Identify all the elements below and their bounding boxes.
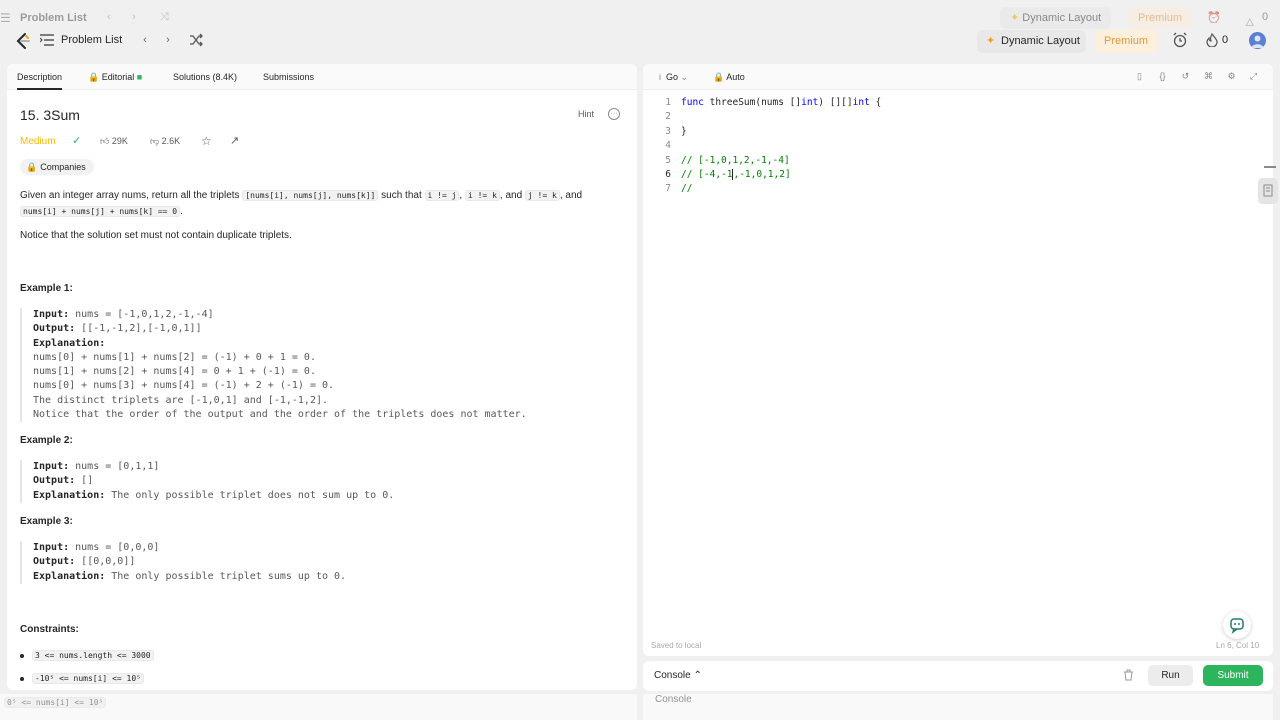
star-icon[interactable]: ☆ — [201, 134, 212, 148]
reset-icon[interactable]: ↺ — [1180, 71, 1191, 82]
problem-list-link[interactable]: Problem List — [61, 34, 122, 46]
console-toggle[interactable]: Console ⌃ — [654, 670, 702, 681]
code-editor-panel: i Go ⌄ 🔒 Auto ▯ {} ↺ ⌘ ⚙ ⤢ 1 2 3 4 5 6 7… — [643, 64, 1273, 656]
premium-button[interactable]: Premium — [1095, 30, 1157, 53]
info-icon: i — [659, 72, 661, 82]
editor-toolbar: i Go ⌄ 🔒 Auto ▯ {} ↺ ⌘ ⚙ ⤢ — [643, 64, 1273, 90]
description-tabbar: Description 🔒 Editorial ■ Solutions (8.4… — [7, 64, 637, 90]
top-header: Problem List ‹ › ✦ Dynamic Layout Premiu… — [0, 26, 1280, 56]
bookmark-icon[interactable]: ▯ — [1134, 71, 1145, 82]
like-button[interactable]: 👍︎ 29K — [100, 136, 128, 147]
fire-icon[interactable] — [1206, 33, 1218, 47]
streak-count: 0 — [1222, 34, 1229, 46]
shuffle-icon[interactable] — [189, 33, 203, 47]
saved-status: Saved to local — [651, 641, 702, 650]
chevron-right-icon: › — [132, 11, 136, 23]
settings-icon[interactable]: ⚙ — [1226, 71, 1237, 82]
chevron-down-icon: ⌄ — [680, 72, 689, 82]
example-3-block: Input: nums = [0,0,0] Output: [[0,0,0]] … — [20, 541, 346, 584]
ghost-footer: 0⁵ <= nums[i] <= 10⁵ Console — [0, 694, 1280, 720]
chat-assistant-button[interactable] — [1223, 611, 1251, 639]
auto-mode-toggle[interactable]: 🔒 Auto — [713, 72, 745, 83]
code-area[interactable]: func threeSum(nums []int) [][]int { } //… — [681, 96, 881, 197]
notice-text: Notice that the solution set must not co… — [20, 230, 292, 241]
resize-handle[interactable] — [1264, 166, 1276, 168]
tab-description[interactable]: Description — [17, 72, 63, 90]
thumb-down-icon: 👎︎ — [150, 136, 160, 146]
trash-icon[interactable] — [1123, 669, 1134, 681]
tab-editorial[interactable]: 🔒 Editorial ■ — [88, 72, 142, 83]
example-2-title: Example 2: — [20, 435, 73, 446]
console-bar: Console ⌃ Run Submit — [643, 661, 1273, 691]
prev-problem-button[interactable]: ‹ — [137, 33, 153, 49]
difficulty-badge: Medium — [20, 136, 56, 147]
avatar[interactable] — [1249, 32, 1266, 49]
language-select[interactable]: i Go ⌄ — [659, 72, 688, 83]
shuffle-icon: ⤨ — [160, 11, 169, 23]
constraint-item: 3 <= nums.length <= 3000 — [20, 650, 154, 661]
lock-icon: 🔒 — [713, 72, 725, 82]
list-icon: ☰ — [0, 11, 11, 25]
problem-title[interactable]: 15. 3Sum — [20, 107, 80, 123]
example-1-title: Example 1: — [20, 283, 73, 294]
tab-solutions[interactable]: Solutions (8.4K) — [173, 72, 237, 82]
line-number-gutter: 1 2 3 4 5 6 7 — [665, 97, 671, 195]
tab-submissions[interactable]: Submissions — [263, 72, 314, 82]
example-1-block: Input: nums = [-1,0,1,2,-1,-4] Output: [… — [20, 308, 527, 423]
ghost-title: Problem List — [20, 12, 87, 24]
sparkle-icon: ✦ — [986, 35, 996, 47]
alarm-icon: ⏰ — [1207, 12, 1221, 24]
submit-button[interactable]: Submit — [1203, 665, 1263, 686]
dynamic-layout-button[interactable]: ✦ Dynamic Layout — [977, 30, 1086, 53]
chevron-up-icon: ⌃ — [693, 670, 702, 681]
constraints-title: Constraints: — [20, 624, 79, 635]
fullscreen-icon[interactable]: ⤢ — [1248, 71, 1259, 82]
ghost-streak: 0 — [1262, 11, 1269, 23]
dislike-button[interactable]: 👎︎ 2.6K — [150, 136, 180, 147]
leetcode-logo-icon[interactable] — [14, 32, 32, 50]
solved-check-icon: ✓ — [72, 135, 82, 147]
example-3-title: Example 3: — [20, 516, 73, 527]
description-panel: Description 🔒 Editorial ■ Solutions (8.4… — [7, 64, 637, 690]
format-braces-icon[interactable]: {} — [1157, 71, 1168, 82]
chevron-left-icon: ‹ — [107, 11, 111, 23]
problem-description: Given an integer array nums, return all … — [20, 190, 583, 217]
share-icon[interactable]: ↗ — [230, 134, 239, 147]
constraint-item: -10⁵ <= nums[i] <= 10⁵ — [20, 673, 144, 684]
side-note-icon[interactable] — [1258, 178, 1278, 204]
example-2-block: Input: nums = [0,1,1] Output: [] Explana… — [20, 460, 394, 503]
more-options-icon[interactable]: ··· — [608, 108, 620, 120]
cursor-position: Ln 6, Col 10 — [1216, 641, 1260, 650]
next-problem-button[interactable]: › — [160, 33, 176, 49]
alarm-clock-icon[interactable] — [1172, 32, 1188, 48]
shortcut-icon[interactable]: ⌘ — [1203, 71, 1214, 82]
chat-icon — [1230, 618, 1244, 635]
run-button[interactable]: Run — [1148, 665, 1193, 686]
thumb-up-icon: 👍︎ — [100, 136, 110, 146]
lock-icon: 🔒 — [88, 72, 100, 82]
companies-tag[interactable]: 🔒 Companies — [20, 159, 94, 175]
hint-button[interactable]: Hint — [578, 109, 594, 119]
lock-icon: 🔒 — [26, 162, 38, 172]
problem-list-icon[interactable] — [40, 34, 54, 46]
video-icon: ■ — [136, 72, 143, 82]
